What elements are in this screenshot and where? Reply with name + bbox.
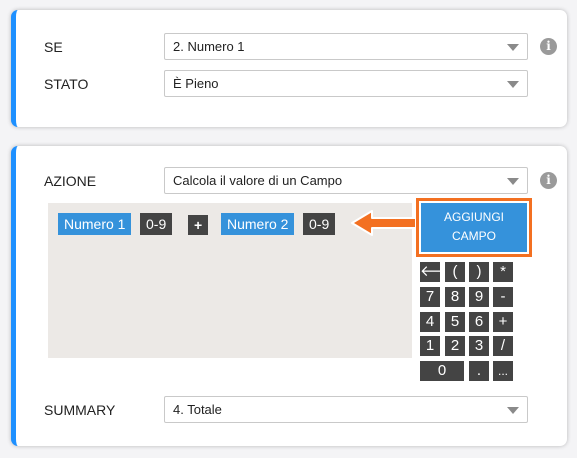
add-field-label-line2: CAMPO (451, 229, 496, 243)
key-8[interactable]: 8 (445, 287, 465, 307)
key-0[interactable]: 0 (420, 361, 464, 381)
se-label: SE (44, 39, 63, 55)
action-card: AZIONE Calcola il valore di un Campo i N… (11, 146, 567, 446)
summary-select[interactable]: 4. Totale (164, 396, 528, 423)
info-icon[interactable]: i (540, 172, 557, 189)
azione-select-value: Calcola il valore di un Campo (173, 173, 343, 188)
key-7[interactable]: 7 (420, 287, 440, 307)
arrow-left-icon (351, 210, 417, 236)
chevron-down-icon (507, 407, 519, 414)
summary-select-value: 4. Totale (173, 402, 222, 417)
se-select[interactable]: 2. Numero 1 (164, 33, 528, 60)
formula-token-format[interactable]: 0-9 (140, 213, 173, 235)
chevron-down-icon (507, 44, 519, 51)
condition-card: SE 2. Numero 1 i STATO È Pieno (11, 10, 567, 127)
key-multiply[interactable]: * (493, 262, 513, 282)
formula-token-format[interactable]: 0-9 (303, 213, 336, 235)
se-select-value: 2. Numero 1 (173, 39, 245, 54)
stato-select[interactable]: È Pieno (164, 70, 528, 97)
formula-token-operator[interactable]: + (188, 215, 209, 235)
key-minus[interactable]: - (493, 287, 513, 307)
chevron-down-icon (507, 178, 519, 185)
backspace-key[interactable]: 🡐 (420, 262, 460, 282)
info-icon[interactable]: i (540, 38, 557, 55)
key-9[interactable]: 9 (469, 287, 489, 307)
key-more[interactable]: ... (493, 361, 513, 381)
key-1[interactable]: 1 (420, 336, 440, 356)
azione-label: AZIONE (44, 173, 97, 189)
key-decimal[interactable]: . (469, 361, 489, 381)
key-4[interactable]: 4 (420, 312, 440, 332)
azione-select[interactable]: Calcola il valore di un Campo (164, 167, 528, 194)
key-6[interactable]: 6 (469, 312, 489, 332)
stato-select-value: È Pieno (173, 76, 219, 91)
stato-label: STATO (44, 76, 89, 92)
chevron-down-icon (507, 81, 519, 88)
summary-label: SUMMARY (44, 402, 116, 418)
key-divide[interactable]: / (493, 336, 513, 356)
key-2[interactable]: 2 (445, 336, 465, 356)
add-field-button[interactable]: AGGIUNGI CAMPO (416, 198, 532, 257)
key-close-paren[interactable]: ) (469, 262, 489, 282)
key-open-paren[interactable]: ( (445, 262, 465, 282)
formula-token-field[interactable]: Numero 1 (58, 213, 132, 235)
formula-token-field[interactable]: Numero 2 (221, 213, 295, 235)
add-field-label-line1: AGGIUNGI (443, 210, 504, 224)
key-plus[interactable]: + (493, 312, 513, 332)
key-5[interactable]: 5 (445, 312, 465, 332)
key-3[interactable]: 3 (469, 336, 489, 356)
